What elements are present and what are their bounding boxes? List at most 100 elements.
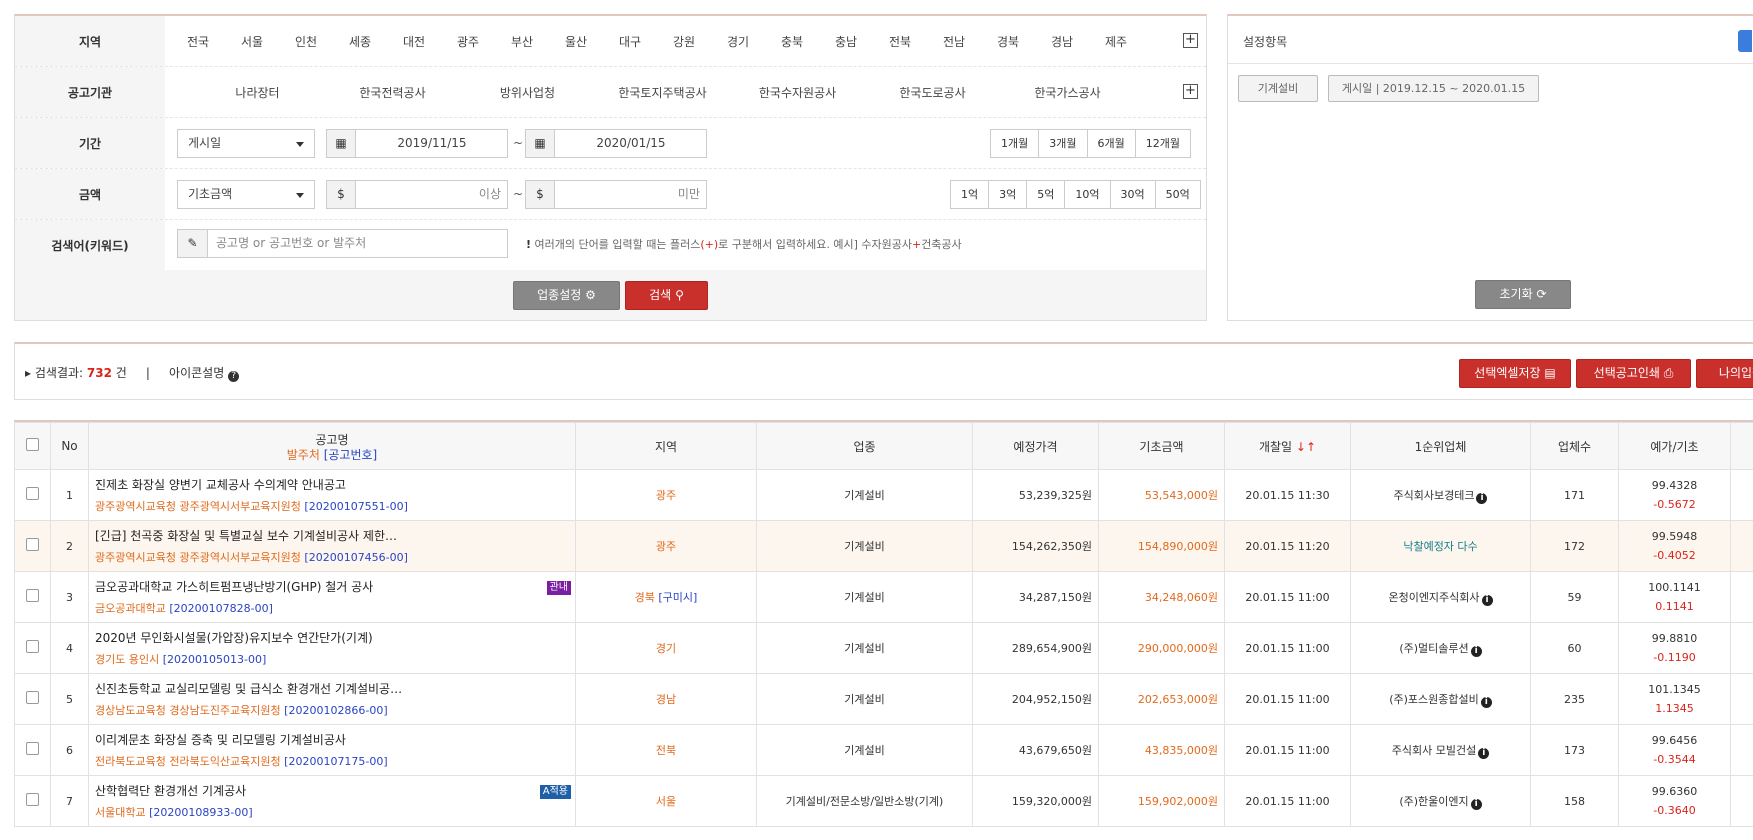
agency-option[interactable]: 한국전력공사 [325, 84, 460, 101]
region-option[interactable]: 부산 [511, 33, 565, 50]
agency-option[interactable]: 한국토지주택공사 [595, 84, 730, 101]
agency-option[interactable]: 방위사업청 [460, 84, 595, 101]
region-option[interactable]: 강원 [673, 33, 727, 50]
search-button[interactable]: 검색 ⚲ [625, 281, 708, 310]
table-row[interactable]: 3금오공과대학교 가스히트펌프냉난방기(GHP) 철거 공사금오공과대학교 [2… [15, 572, 1753, 623]
table-row[interactable]: 1진제초 화장실 양변기 교체공사 수의계약 안내공고광주광역시교육청 광주광역… [15, 470, 1753, 521]
row-checkbox[interactable] [26, 742, 39, 755]
region-option[interactable]: 울산 [565, 33, 619, 50]
print-button[interactable]: 선택공고인쇄 ⎙ [1576, 359, 1691, 388]
info-icon[interactable]: i [1471, 646, 1482, 657]
row-select-cell[interactable] [15, 725, 51, 776]
row-select-cell[interactable] [15, 572, 51, 623]
agency-option[interactable]: 한국도로공사 [865, 84, 1000, 101]
agency-expand-icon[interactable]: + [1183, 84, 1198, 99]
table-row[interactable]: 42020년 무인화시설물(가압장)유지보수 연간단가(기계)경기도 용인시 [… [15, 623, 1753, 674]
row-company[interactable]: 낙찰예정자 다수 [1403, 540, 1477, 553]
agency-option[interactable]: 한국수자원공사 [730, 84, 865, 101]
row-checkbox[interactable] [26, 691, 39, 704]
row-title-link[interactable]: 신진초등학교 교실리모델링 및 급식소 환경개선 기계설비공… [95, 680, 425, 697]
amount-type-select[interactable]: 기초금액 [177, 180, 315, 209]
icon-help-link[interactable]: 아이콘설명 [169, 366, 224, 380]
row-select-cell[interactable] [15, 470, 51, 521]
amount-quick-button[interactable]: 10억 [1064, 180, 1110, 209]
region-option[interactable]: 세종 [349, 33, 403, 50]
region-option[interactable]: 인천 [295, 33, 349, 50]
region-option[interactable]: 경남 [1051, 33, 1105, 50]
region-option[interactable]: 서울 [241, 33, 295, 50]
region-option[interactable]: 대구 [619, 33, 673, 50]
amount-to-field[interactable]: $ 미만 [525, 180, 707, 209]
row-title-link[interactable]: 산학협력단 환경개선 기계공사 [95, 782, 425, 799]
row-title-link[interactable]: 2020년 무인화시설물(가압장)유지보수 연간단가(기계) [95, 629, 425, 646]
row-title-link[interactable]: [긴급] 천곡중 화장실 및 특별교실 보수 기계설비공사 제한… [95, 527, 425, 544]
row-checkbox[interactable] [26, 538, 39, 551]
period-quick-button[interactable]: 3개월 [1038, 129, 1087, 158]
table-row[interactable]: 2[긴급] 천곡중 화장실 및 특별교실 보수 기계설비공사 제한…광주광역시교… [15, 521, 1753, 572]
row-checkbox[interactable] [26, 640, 39, 653]
settings-tab[interactable] [1738, 30, 1752, 52]
region-option[interactable]: 전북 [889, 33, 943, 50]
info-icon[interactable]: i [1482, 595, 1493, 606]
settings-chip-industry[interactable]: 기계설비 [1238, 75, 1318, 102]
amount-quick-button[interactable]: 1억 [950, 180, 989, 209]
my-bid-button[interactable]: 나의입찰 [1696, 359, 1753, 388]
row-ratio-cell: 99.6456-0.3544 [1619, 725, 1731, 776]
date-from-field[interactable]: ▦ 2019/11/15 [326, 129, 508, 158]
period-quick-button[interactable]: 12개월 [1135, 129, 1191, 158]
table-row[interactable]: 6이리계문초 화장실 증축 및 리모델링 기계설비공사전라북도교육청 전라북도익… [15, 725, 1753, 776]
region-option[interactable]: 제주 [1105, 33, 1159, 50]
row-companies: 60 [1531, 623, 1619, 674]
row-title-link[interactable]: 이리계문초 화장실 증축 및 리모델링 기계설비공사 [95, 731, 425, 748]
table-row[interactable]: 5신진초등학교 교실리모델링 및 급식소 환경개선 기계설비공…경상남도교육청 … [15, 674, 1753, 725]
info-icon[interactable]: i [1471, 799, 1482, 810]
region-option[interactable]: 대전 [403, 33, 457, 50]
header-select-all[interactable] [15, 423, 51, 470]
question-icon[interactable]: ? [228, 371, 239, 382]
period-quick-button[interactable]: 6개월 [1087, 129, 1136, 158]
sort-icon[interactable]: ↓↑ [1296, 440, 1316, 454]
amount-from-field[interactable]: $ 이상 [326, 180, 508, 209]
amount-quick-button[interactable]: 50억 [1155, 180, 1201, 209]
region-option[interactable]: 경기 [727, 33, 781, 50]
row-title-link[interactable]: 진제초 화장실 양변기 교체공사 수의계약 안내공고 [95, 476, 425, 493]
calendar-icon[interactable]: ▦ [327, 130, 356, 157]
period-type-select[interactable]: 게시일 [177, 129, 315, 158]
row-checkbox[interactable] [26, 487, 39, 500]
row-select-cell[interactable] [15, 776, 51, 827]
settings-chip-period[interactable]: 게시일 | 2019.12.15 ~ 2020.01.15 [1328, 75, 1539, 102]
row-select-cell[interactable] [15, 674, 51, 725]
amount-quick-button[interactable]: 30억 [1110, 180, 1156, 209]
agency-option[interactable]: 나라장터 [190, 84, 325, 101]
select-all-checkbox[interactable] [26, 438, 39, 451]
amount-quick-button[interactable]: 3억 [988, 180, 1027, 209]
region-option[interactable]: 경북 [997, 33, 1051, 50]
date-to-field[interactable]: ▦ 2020/01/15 [525, 129, 707, 158]
row-checkbox[interactable] [26, 589, 39, 602]
row-checkbox[interactable] [26, 793, 39, 806]
calendar-icon[interactable]: ▦ [526, 130, 555, 157]
info-icon[interactable]: i [1478, 748, 1489, 759]
region-option[interactable]: 광주 [457, 33, 511, 50]
region-option[interactable]: 전국 [187, 33, 241, 50]
region-option[interactable]: 전남 [943, 33, 997, 50]
row-title-cell: 진제초 화장실 양변기 교체공사 수의계약 안내공고광주광역시교육청 광주광역시… [89, 470, 576, 521]
reset-button[interactable]: 초기화 ⟳ [1475, 280, 1571, 309]
row-select-cell[interactable] [15, 623, 51, 674]
keyword-input[interactable]: ✎ 공고명 or 공고번호 or 발주처 [177, 229, 508, 258]
amount-quick-button[interactable]: 5억 [1026, 180, 1065, 209]
row-select-cell[interactable] [15, 521, 51, 572]
region-expand-icon[interactable]: + [1183, 33, 1198, 48]
agency-option[interactable]: 한국가스공사 [1000, 84, 1135, 101]
table-row[interactable]: 7산학협력단 환경개선 기계공사서울대학교 [20200108933-00]A적… [15, 776, 1753, 827]
info-icon[interactable]: i [1481, 697, 1492, 708]
info-icon[interactable]: i [1476, 493, 1487, 504]
row-ratio-diff: -0.5672 [1619, 495, 1730, 514]
industry-settings-button[interactable]: 업종설정 ⚙ [513, 281, 620, 310]
header-open-date[interactable]: 개찰일 ↓↑ [1225, 423, 1351, 470]
period-quick-button[interactable]: 1개월 [990, 129, 1039, 158]
excel-save-button[interactable]: 선택엑셀저장 ▤ [1459, 359, 1571, 388]
region-option[interactable]: 충북 [781, 33, 835, 50]
row-title-link[interactable]: 금오공과대학교 가스히트펌프냉난방기(GHP) 철거 공사 [95, 578, 425, 595]
region-option[interactable]: 충남 [835, 33, 889, 50]
